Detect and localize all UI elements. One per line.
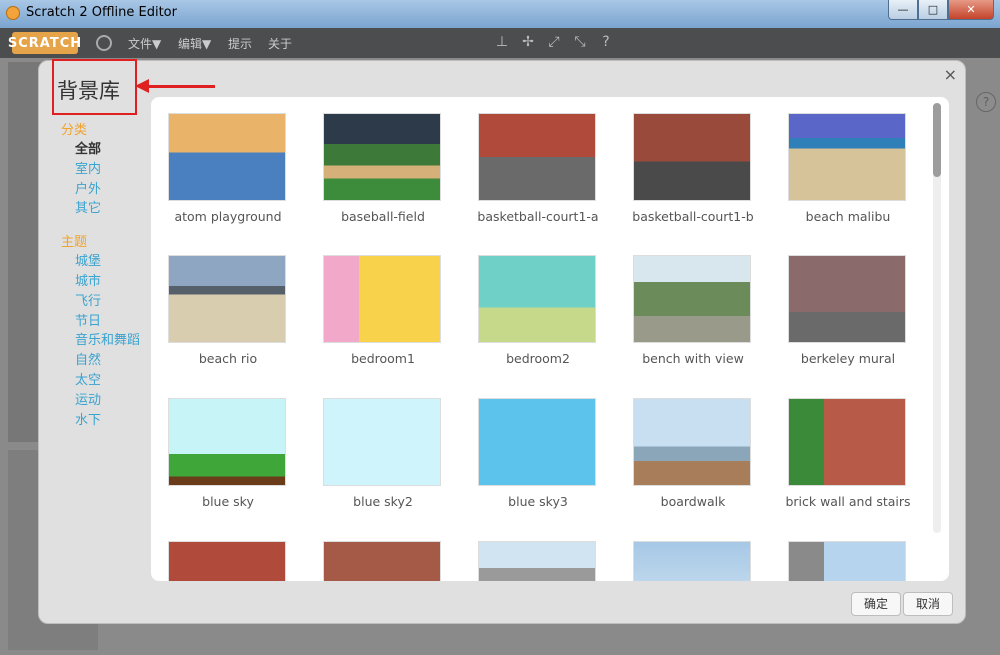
backdrop-thumbnail bbox=[788, 398, 906, 486]
cancel-button[interactable]: 取消 bbox=[902, 592, 953, 616]
backdrop-thumbnail bbox=[168, 541, 286, 581]
shrink-icon[interactable]: ⤡ bbox=[572, 34, 588, 50]
backdrop-thumbnail bbox=[323, 113, 441, 201]
menu-tips[interactable]: 提示 bbox=[228, 35, 252, 52]
backdrop-tile[interactable]: bedroom2 bbox=[478, 255, 598, 375]
backdrop-thumbnail bbox=[168, 113, 286, 201]
backdrop-thumbnail bbox=[788, 541, 906, 581]
backdrop-label: blue sky2 bbox=[353, 494, 413, 509]
categories-heading: 分类 bbox=[61, 123, 88, 138]
backdrop-tile[interactable]: bench with view bbox=[633, 255, 753, 375]
backdrop-thumbnail bbox=[323, 398, 441, 486]
scratch-menubar: SCRATCH 文件▼ 编辑▼ 提示 关于 ⊥ ✢ ⤢ ⤡ ? bbox=[0, 28, 1000, 58]
backdrop-tile[interactable]: basketball-court1-b bbox=[632, 113, 754, 233]
menu-about[interactable]: 关于 bbox=[268, 35, 292, 52]
backdrop-label: bedroom2 bbox=[506, 351, 570, 366]
backdrop-tile[interactable] bbox=[168, 541, 288, 581]
backdrop-label: brick wall and stairs bbox=[785, 494, 911, 509]
backdrop-label: atom playground bbox=[174, 209, 282, 224]
close-window-button[interactable]: ✕ bbox=[948, 0, 994, 20]
backdrop-tile[interactable]: beach rio bbox=[168, 255, 288, 375]
scrollbar-thumb[interactable] bbox=[933, 103, 941, 177]
backdrop-thumbnail bbox=[478, 113, 596, 201]
backdrop-thumbnail bbox=[168, 255, 286, 343]
scratch-cat-icon bbox=[6, 6, 20, 20]
backdrop-tile[interactable] bbox=[633, 541, 753, 581]
backdrop-thumbnail bbox=[478, 255, 596, 343]
menu-edit[interactable]: 编辑▼ bbox=[178, 35, 211, 52]
ok-button[interactable]: 确定 bbox=[850, 592, 901, 616]
backdrop-label: blue sky3 bbox=[508, 494, 568, 509]
backdrop-tile[interactable]: basketball-court1-a bbox=[477, 113, 599, 233]
scratch-logo[interactable]: SCRATCH bbox=[8, 32, 81, 54]
theme-sports[interactable]: 运动 bbox=[61, 391, 140, 411]
backdrop-thumbnail bbox=[633, 541, 751, 581]
backdrop-tile[interactable]: boardwalk bbox=[633, 398, 753, 518]
maximize-button[interactable]: □ bbox=[918, 0, 948, 20]
theme-space[interactable]: 太空 bbox=[61, 371, 140, 391]
backdrop-label: blue sky bbox=[202, 494, 254, 509]
backdrop-label: beach malibu bbox=[805, 209, 891, 224]
annotation-arrow-line bbox=[145, 85, 215, 88]
backdrop-thumbnail bbox=[168, 398, 286, 486]
backdrop-label: bedroom1 bbox=[351, 351, 415, 366]
backdrop-label: baseball-field bbox=[341, 209, 425, 224]
backdrop-tile[interactable] bbox=[323, 541, 443, 581]
themes-heading: 主题 bbox=[61, 235, 88, 251]
theme-holiday[interactable]: 节日 bbox=[61, 312, 140, 332]
help-icon[interactable]: ? bbox=[598, 34, 614, 50]
category-sidebar: 分类 全部 室内 户外 其它 主题 城堡 城市 飞行 节日 音乐和舞蹈 自然 太… bbox=[61, 119, 140, 442]
backdrop-tile[interactable]: atom playground bbox=[168, 113, 288, 233]
theme-underwater[interactable]: 水下 bbox=[61, 411, 140, 431]
backdrop-thumbnail bbox=[323, 255, 441, 343]
theme-city[interactable]: 城市 bbox=[61, 272, 140, 292]
category-indoors[interactable]: 室内 bbox=[61, 160, 140, 180]
backdrop-thumbnail bbox=[788, 255, 906, 343]
backdrop-label: berkeley mural bbox=[800, 351, 896, 366]
backdrop-tile[interactable] bbox=[788, 541, 908, 581]
backdrop-tile[interactable]: blue sky3 bbox=[478, 398, 598, 518]
backdrop-thumbnail bbox=[788, 113, 906, 201]
backdrop-grid-panel: atom playground baseball-field basketbal… bbox=[151, 97, 949, 581]
minimize-button[interactable]: — bbox=[888, 0, 918, 20]
backdrop-label: basketball-court1-a bbox=[477, 209, 599, 224]
delete-scissors-icon[interactable]: ✢ bbox=[520, 34, 536, 50]
backdrop-thumbnail bbox=[323, 541, 441, 581]
backdrop-tile[interactable]: brick wall and stairs bbox=[785, 398, 911, 518]
category-other[interactable]: 其它 bbox=[61, 199, 140, 219]
theme-nature[interactable]: 自然 bbox=[61, 351, 140, 371]
backdrop-tile[interactable]: baseball-field bbox=[323, 113, 443, 233]
backdrop-thumbnail bbox=[478, 541, 596, 581]
duplicate-stamp-icon[interactable]: ⊥ bbox=[494, 34, 510, 50]
language-globe-icon[interactable] bbox=[96, 35, 112, 51]
backdrop-thumbnail bbox=[478, 398, 596, 486]
theme-castle[interactable]: 城堡 bbox=[61, 252, 140, 272]
backdrop-library-dialog: 背景库 × 分类 全部 室内 户外 其它 主题 城堡 城市 飞行 节日 音乐和舞… bbox=[38, 59, 966, 624]
theme-flying[interactable]: 飞行 bbox=[61, 292, 140, 312]
backdrop-label: bench with view bbox=[642, 351, 744, 366]
backdrop-thumbnail bbox=[633, 113, 751, 201]
window-title: Scratch 2 Offline Editor bbox=[26, 5, 177, 20]
grow-icon[interactable]: ⤢ bbox=[546, 34, 562, 50]
backdrop-label: beach rio bbox=[198, 351, 258, 366]
dialog-title: 背景库 bbox=[57, 79, 120, 103]
grid-scrollbar[interactable] bbox=[933, 103, 941, 533]
theme-music-dance[interactable]: 音乐和舞蹈 bbox=[61, 331, 140, 351]
backdrop-tile[interactable]: blue sky2 bbox=[323, 398, 443, 518]
backdrop-tile[interactable]: blue sky bbox=[168, 398, 288, 518]
backdrop-tile[interactable]: berkeley mural bbox=[788, 255, 908, 375]
category-all[interactable]: 全部 bbox=[61, 140, 140, 160]
backdrop-tile[interactable] bbox=[478, 541, 598, 581]
menu-file[interactable]: 文件▼ bbox=[128, 35, 161, 52]
backdrop-label: basketball-court1-b bbox=[632, 209, 754, 224]
category-outdoors[interactable]: 户外 bbox=[61, 180, 140, 200]
backdrop-tile[interactable]: bedroom1 bbox=[323, 255, 443, 375]
backdrop-thumbnail bbox=[633, 255, 751, 343]
close-dialog-button[interactable]: × bbox=[944, 65, 957, 84]
backdrop-thumbnail bbox=[633, 398, 751, 486]
backdrop-label: boardwalk bbox=[660, 494, 726, 509]
window-titlebar: Scratch 2 Offline Editor — □ ✕ bbox=[0, 0, 1000, 28]
window-controls: — □ ✕ bbox=[888, 0, 994, 20]
backdrop-tile[interactable]: beach malibu bbox=[788, 113, 908, 233]
